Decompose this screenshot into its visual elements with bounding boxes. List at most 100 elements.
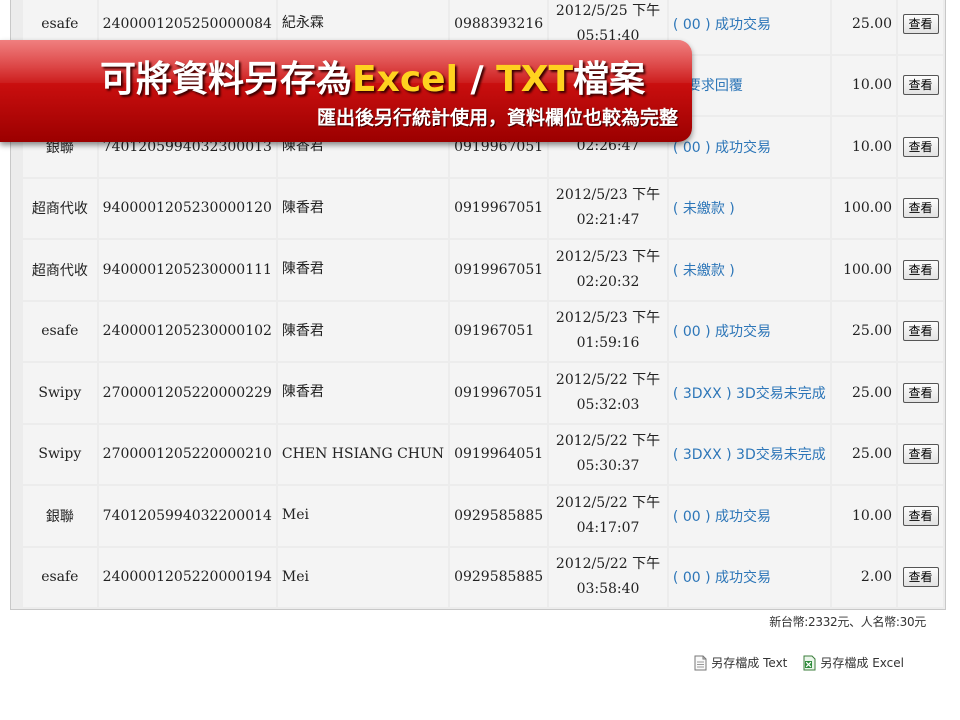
amount-cell: 100.00	[832, 178, 897, 238]
transaction-date: 2012/5/22 下午	[555, 556, 661, 573]
transaction-status-cell[interactable]: ( 3DXX ) 3D交易未完成	[668, 424, 831, 484]
transaction-clock: 02:20:32	[576, 273, 640, 290]
transaction-date: 2012/5/22 下午	[555, 433, 661, 450]
table-row: Swipy 2700001205220000229 陳香君 0919967051 201…	[23, 363, 943, 423]
amount-cell: 10.00	[832, 55, 897, 115]
view-action-cell: 查看	[898, 240, 943, 300]
view-button[interactable]: 查看	[902, 321, 939, 342]
save-as-excel-label[interactable]: 另存檔成 Excel	[820, 654, 904, 671]
customer-name-cell: 陳香君	[277, 363, 449, 423]
order-number-cell: 9400001205230000111	[98, 240, 276, 300]
view-action-cell: 查看	[898, 486, 943, 546]
phone-number-cell: 0929585885	[450, 486, 548, 546]
view-action-cell: 查看	[898, 55, 943, 115]
save-as-text-label[interactable]: 另存檔成 Text	[711, 654, 787, 671]
phone-number-cell: 0919967051	[450, 363, 548, 423]
promo-banner: 可將資料另存為Excel / TXT檔案 匯出後另行統計使用，資料欄位也較為完整	[0, 40, 692, 142]
view-button[interactable]: 查看	[902, 567, 939, 588]
view-button[interactable]: 查看	[902, 13, 939, 34]
transaction-date: 2012/5/23 下午	[555, 248, 661, 265]
transaction-clock: 02:21:47	[576, 212, 640, 229]
customer-name-cell: Mei	[277, 547, 449, 607]
customer-name-cell: 陳香君	[277, 301, 449, 361]
phone-number-cell: 0919967051	[450, 178, 548, 238]
transaction-status-cell[interactable]: ( 00 ) 成功交易	[668, 547, 831, 607]
transaction-status-cell[interactable]: ( 未繳款 )	[668, 178, 831, 238]
payment-method-cell: Swipy	[23, 363, 97, 423]
phone-number-cell: 0929585885	[450, 547, 548, 607]
transaction-clock: 01:59:16	[576, 335, 640, 352]
transaction-status-cell[interactable]: 行要求回覆	[668, 55, 831, 115]
table-row: 銀聯 7401205994032200014 Mei 0929585885 2012/5…	[23, 486, 943, 546]
transaction-time-cell: 2012/5/23 下午 02:20:32	[549, 240, 667, 300]
transaction-time-cell: 2012/5/23 下午 01:59:16	[549, 301, 667, 361]
view-action-cell: 查看	[898, 178, 943, 238]
banner-title-part1: 可將資料另存為	[100, 59, 353, 100]
table-row: esafe 2400001205220000194 Mei 0929585885 201…	[23, 547, 943, 607]
order-number-cell: 2700001205220000210	[98, 424, 276, 484]
text-file-icon	[694, 655, 707, 671]
view-action-cell: 查看	[898, 547, 943, 607]
banner-title-part2: 檔案	[573, 59, 646, 100]
view-button[interactable]: 查看	[902, 198, 939, 219]
phone-number-cell: 0919964051	[450, 424, 548, 484]
transaction-time-cell: 2012/5/22 下午 04:17:07	[549, 486, 667, 546]
banner-title-txt: TXT	[496, 59, 574, 100]
phone-number-cell: 091967051	[450, 301, 548, 361]
transaction-status-cell[interactable]: ( 00 ) 成功交易	[668, 486, 831, 546]
view-action-cell: 查看	[898, 424, 943, 484]
transaction-date: 2012/5/23 下午	[555, 310, 661, 327]
transaction-date: 2012/5/22 下午	[555, 494, 661, 511]
transaction-date: 2012/5/22 下午	[555, 371, 661, 388]
amount-cell: 25.00	[832, 0, 897, 54]
excel-file-icon	[803, 655, 816, 671]
transaction-clock: 05:32:03	[576, 396, 640, 413]
table-row: 超商代收 9400001205230000120 陳香君 0919967051 2012…	[23, 178, 943, 238]
view-button[interactable]: 查看	[902, 259, 939, 280]
table-row: esafe 2400001205230000102 陳香君 091967051 2012…	[23, 301, 943, 361]
amount-cell: 25.00	[832, 424, 897, 484]
view-button[interactable]: 查看	[902, 444, 939, 465]
payment-method-cell: esafe	[23, 301, 97, 361]
amount-cell: 25.00	[832, 301, 897, 361]
view-button[interactable]: 查看	[902, 382, 939, 403]
transaction-status-cell[interactable]: ( 00 ) 成功交易	[668, 117, 831, 177]
view-button[interactable]: 查看	[902, 75, 939, 96]
transaction-clock: 04:17:07	[576, 519, 640, 536]
order-number-cell: 2400001205220000194	[98, 547, 276, 607]
customer-name-cell: Mei	[277, 486, 449, 546]
banner-title-excel: Excel	[352, 59, 458, 100]
save-as-excel-link[interactable]: 另存檔成 Excel	[803, 654, 904, 671]
banner-subtitle: 匯出後另行統計使用，資料欄位也較為完整	[316, 107, 678, 129]
payment-method-cell: 超商代收	[23, 178, 97, 238]
save-links: 另存檔成 Text 另存檔成 Excel	[694, 654, 904, 671]
payment-method-cell: Swipy	[23, 424, 97, 484]
payment-method-cell: esafe	[23, 547, 97, 607]
transaction-status-cell[interactable]: ( 未繳款 )	[668, 240, 831, 300]
payment-method-cell: 銀聯	[23, 486, 97, 546]
customer-name-cell: CHEN HSIANG CHUN	[277, 424, 449, 484]
payment-method-cell: 超商代收	[23, 240, 97, 300]
transaction-clock: 05:30:37	[576, 458, 640, 475]
transaction-time-cell: 2012/5/22 下午 03:58:40	[549, 547, 667, 607]
banner-title-separator: /	[457, 59, 497, 100]
order-number-cell: 2400001205230000102	[98, 301, 276, 361]
save-as-text-link[interactable]: 另存檔成 Text	[694, 654, 787, 671]
order-number-cell: 9400001205230000120	[98, 178, 276, 238]
view-action-cell: 查看	[898, 301, 943, 361]
amount-cell: 100.00	[832, 240, 897, 300]
view-button[interactable]: 查看	[902, 505, 939, 526]
transaction-status-cell[interactable]: ( 00 ) 成功交易	[668, 301, 831, 361]
transaction-status-cell[interactable]: ( 00 ) 成功交易	[668, 0, 831, 54]
view-action-cell: 查看	[898, 363, 943, 423]
amount-cell: 10.00	[832, 486, 897, 546]
transaction-time-cell: 2012/5/22 下午 05:32:03	[549, 363, 667, 423]
phone-number-cell: 0919967051	[450, 240, 548, 300]
transaction-status-cell[interactable]: ( 3DXX ) 3D交易未完成	[668, 363, 831, 423]
table-row: Swipy 2700001205220000210 CHEN HSIANG CHUN…	[23, 424, 943, 484]
order-number-cell: 7401205994032200014	[98, 486, 276, 546]
order-number-cell: 2700001205220000229	[98, 363, 276, 423]
transaction-date: 2012/5/25 下午	[555, 2, 661, 19]
transaction-date: 2012/5/23 下午	[555, 187, 661, 204]
view-button[interactable]: 查看	[902, 136, 939, 157]
